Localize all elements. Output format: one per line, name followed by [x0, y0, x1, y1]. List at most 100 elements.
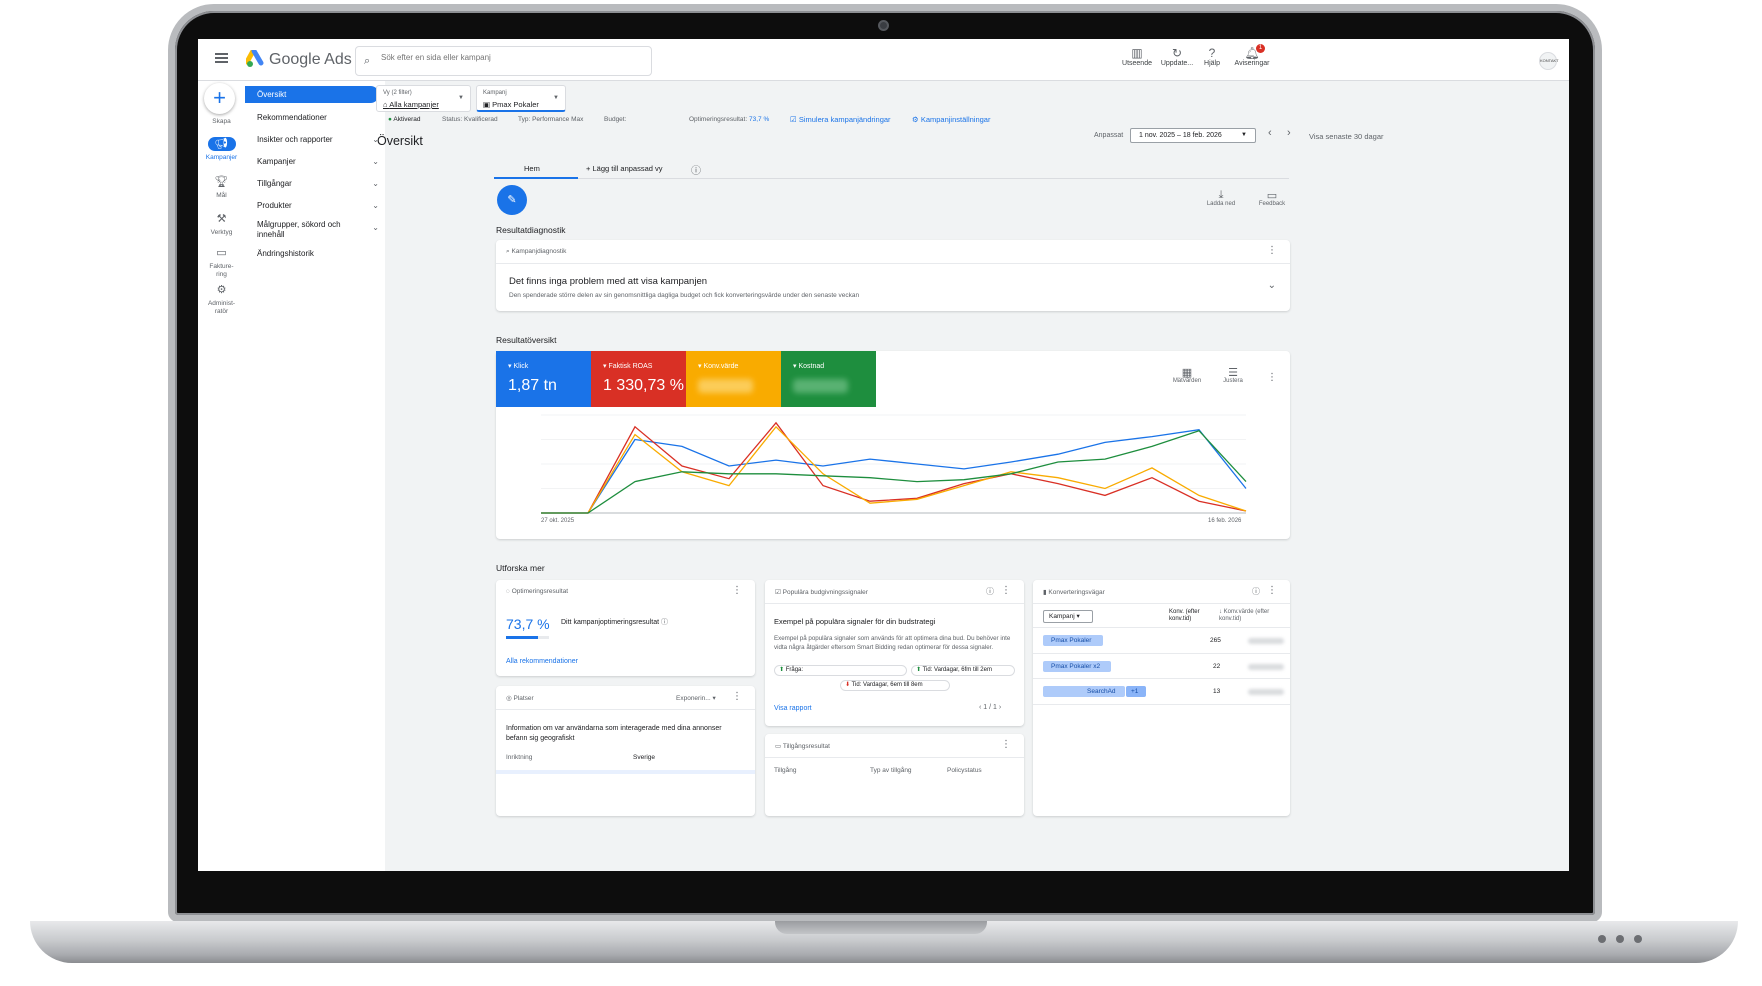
help-circle-icon[interactable]: ⓘ — [986, 586, 994, 597]
dropdown-icon: ▼ — [1241, 132, 1247, 138]
metric-value: 1,87 tn — [508, 377, 557, 394]
more-options-icon[interactable]: ⋮ — [1267, 372, 1277, 383]
metric-name: ▾ Kostnad — [793, 363, 825, 370]
edit-button[interactable]: ✎ — [497, 185, 527, 215]
more-options-icon[interactable]: ⋮ — [732, 585, 742, 596]
budget-label: Budget: — [604, 116, 627, 123]
divider — [496, 263, 1290, 264]
policy-status-col: Policystatus — [947, 767, 982, 774]
nav-label: Insikter och rapporter — [257, 135, 333, 144]
trophy-icon: 🏆︎ — [214, 176, 229, 188]
signal-chip-time-2[interactable]: ⬇ Tid: Vardagar, 6em till 8em — [840, 680, 950, 691]
rail-item-billing[interactable]: ▭ Fakture-ring — [198, 246, 245, 279]
help-circle-icon[interactable]: ⓘ — [1252, 586, 1260, 597]
more-options-icon[interactable]: ⋮ — [1267, 585, 1277, 596]
tab-home[interactable]: Hem — [524, 164, 540, 173]
optimization-progress-fill — [506, 636, 538, 639]
conv-col-header: Konv. (efter konv.tid) — [1169, 609, 1200, 622]
help-circle-icon[interactable]: ⓘ — [691, 162, 701, 177]
rail-item-campaigns[interactable]: 📢︎ Kampanjer — [198, 137, 245, 162]
all-recommendations-link[interactable]: Alla rekommendationer — [506, 658, 578, 665]
main-content: Vy (2 filter) ⌂ Alla kampanjer ▼ Kampanj… — [376, 81, 1569, 871]
more-options-icon[interactable]: ⋮ — [1267, 245, 1277, 256]
search-input[interactable] — [381, 53, 641, 62]
view-filter-value: ⌂ Alla kampanjer — [383, 100, 439, 109]
nav-item-products[interactable]: Produkter ⌄ — [245, 201, 379, 211]
download-button[interactable]: ⤓ Ladda ned — [1200, 189, 1242, 207]
optimization-status: Optimeringsresultat: 73,7 % — [689, 116, 770, 123]
nav-item-overview[interactable]: Översikt — [245, 86, 379, 103]
diagnostics-card-head: ⌕ Kampanjdiagnostik — [506, 248, 567, 255]
nav-item-audiences[interactable]: Målgrupper, sökord och innehåll ⌄ — [245, 220, 379, 240]
divider — [496, 709, 755, 710]
view-filter[interactable]: Vy (2 filter) ⌂ Alla kampanjer ▼ — [376, 85, 471, 112]
metric-value-blurred — [698, 379, 753, 393]
nav-item-campaigns[interactable]: Kampanjer ⌄ — [245, 157, 379, 167]
places-description: Information om var användarna som intera… — [506, 725, 722, 742]
blurred-value — [1248, 689, 1284, 695]
campaign-filter[interactable]: Kampanj ▣ Pmax Pokaler ▼ — [476, 85, 566, 112]
view-report-link[interactable]: Visa rapport — [774, 705, 812, 712]
rail-item-admin[interactable]: ⚙ Administ-ratör — [198, 283, 245, 316]
asset-results-card-head: ▭ Tillgångsresultat — [775, 743, 830, 750]
conv-value-col-header: ↓ Konv.värde (efter konv.tid) — [1219, 609, 1270, 622]
next-period-icon[interactable]: › — [1287, 127, 1291, 139]
optimization-card-head: ◌ Optimeringsresultat — [506, 588, 569, 595]
metric-conv-value[interactable]: ▾ Konv.värde — [686, 351, 781, 407]
campaign-filter-label: Kampanj — [483, 90, 507, 96]
last-30-days-link[interactable]: Visa senaste 30 dagar — [1309, 132, 1384, 141]
camera — [878, 20, 889, 31]
nav-item-recommendations[interactable]: Rekommendationer — [245, 113, 379, 123]
campaign-filter-dropdown[interactable]: Kampanj ▾ — [1043, 610, 1093, 623]
search-box[interactable]: ⌕ — [355, 46, 652, 76]
chevron-down-icon: ⌄ — [372, 223, 379, 232]
more-options-icon[interactable]: ⋮ — [732, 691, 742, 702]
notifications-button[interactable]: 🔔︎ Aviseringar 1 — [1229, 44, 1275, 67]
metric-roas[interactable]: ▾ Faktisk ROAS 1 330,73 % — [591, 351, 686, 407]
side-nav: Översikt Rekommendationer Insikter och r… — [245, 81, 385, 871]
places-bar — [496, 770, 755, 774]
nav-item-insights[interactable]: Insikter och rapporter ⌄ — [245, 135, 379, 145]
blurred-value — [1248, 638, 1284, 644]
metrics-button[interactable]: ▦ Mätvärden — [1166, 366, 1208, 384]
menu-icon[interactable] — [215, 53, 228, 63]
simulate-link[interactable]: ☑ Simulera kampanjändringar — [790, 115, 891, 124]
adjust-button[interactable]: ☰ Justera — [1212, 366, 1254, 384]
feedback-button[interactable]: ▭ Feedback — [1251, 189, 1293, 207]
nav-label: Produkter — [257, 201, 292, 210]
location-icon: ◎ — [506, 695, 512, 702]
places-dropdown[interactable]: Exponerin... ▾ — [676, 694, 716, 702]
rail-item-goals[interactable]: 🏆︎ Mål — [198, 175, 245, 200]
brand-name: Google Ads — [269, 51, 352, 68]
path-chip: SearchAd — [1043, 686, 1125, 697]
metric-cost[interactable]: ▾ Kostnad — [781, 351, 876, 407]
metric-name: ▾ Konv.värde — [698, 363, 739, 370]
expand-chevron-icon[interactable]: ⌄ — [1268, 280, 1276, 291]
conversion-paths-card: ▮ Konverteringsvägar ⓘ ⋮ Kampanj ▾ Konv.… — [1033, 580, 1290, 816]
settings-link[interactable]: ⚙ Kampanjinställningar — [912, 115, 990, 124]
rail-item-tools[interactable]: ⚒ Verktyg — [198, 212, 245, 237]
divider — [1033, 678, 1290, 679]
tab-add-custom[interactable]: + Lägg till anpassad vy — [586, 164, 663, 173]
divider — [765, 603, 1024, 604]
signals-pager[interactable]: ‹ 1 / 1 › — [979, 704, 1001, 711]
nav-item-assets[interactable]: Tillgångar ⌄ — [245, 179, 379, 189]
metric-clicks[interactable]: ▾ Klick 1,87 tn — [496, 351, 591, 407]
path-chip: Pmax Pokaler — [1043, 635, 1103, 646]
signal-chip-time-1[interactable]: ⬆ Tid: Vardagar, 6fm till 2em — [911, 665, 1015, 676]
nav-item-change-history[interactable]: Ändringshistorik — [245, 249, 379, 259]
download-icon: ⤓ — [1218, 189, 1224, 201]
signal-chip-query[interactable]: ⬆ Fråga: — [774, 665, 907, 676]
conv-value: 22 — [1213, 663, 1221, 670]
avatar[interactable]: KONTAKT — [1539, 52, 1559, 70]
prev-period-icon[interactable]: ‹ — [1268, 127, 1272, 139]
date-range-picker[interactable]: 1 nov. 2025 – 18 feb. 2026 ▼ — [1130, 128, 1256, 143]
info-icon: ⓘ — [661, 619, 668, 626]
rail-label: Verktyg — [210, 229, 233, 236]
optimization-card: ◌ Optimeringsresultat ⋮ 73,7 % Ditt kamp… — [496, 580, 755, 676]
more-options-icon[interactable]: ⋮ — [1001, 739, 1011, 750]
create-button[interactable]: + — [204, 83, 235, 114]
more-options-icon[interactable]: ⋮ — [1001, 585, 1011, 596]
nav-label: Översikt — [257, 90, 287, 99]
chevron-down-icon: ⌄ — [372, 179, 379, 188]
